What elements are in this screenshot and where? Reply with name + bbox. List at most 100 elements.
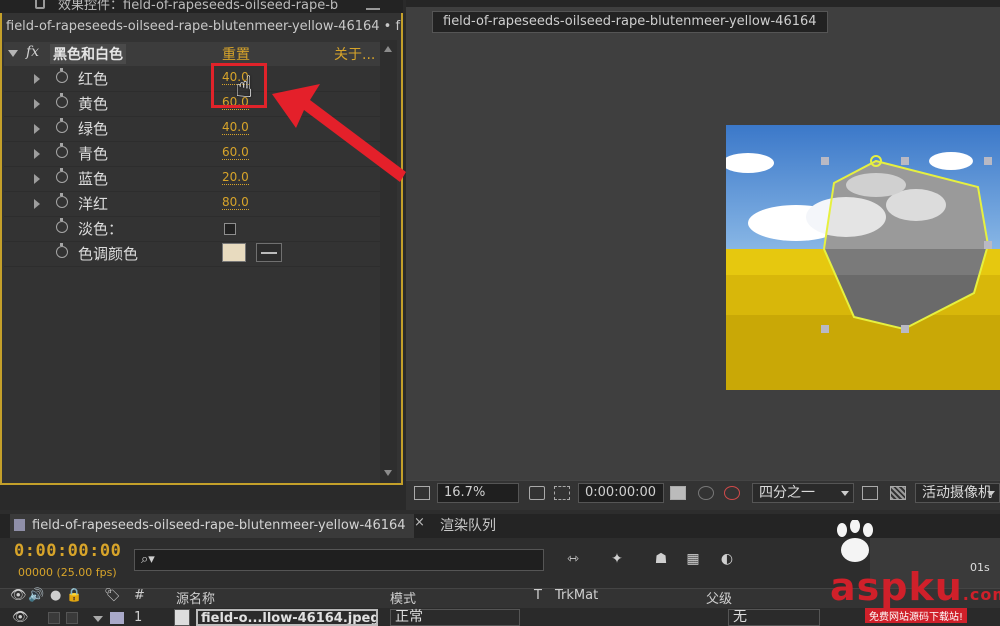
tint-color-swatch[interactable]	[222, 243, 246, 262]
composition-icon	[14, 519, 25, 531]
param-label: 绿色	[78, 120, 109, 138]
fx-icon[interactable]: fx	[26, 44, 39, 60]
stopwatch-icon[interactable]	[56, 118, 68, 133]
stopwatch-icon[interactable]	[56, 243, 68, 258]
audio-icon[interactable]: 🔊	[28, 588, 44, 603]
checkerboard-icon[interactable]	[890, 486, 906, 500]
param-value[interactable]: 60.0	[222, 145, 249, 160]
layer-mode-dropdown[interactable]: 正常	[390, 609, 520, 626]
motion-blur-icon[interactable]: ◐	[716, 551, 738, 569]
close-icon[interactable]: ×	[414, 515, 425, 530]
column-source-name[interactable]: 源名称	[176, 588, 215, 607]
stopwatch-icon[interactable]	[56, 193, 68, 208]
tint-checkbox[interactable]	[224, 223, 236, 235]
column-mode: 模式	[390, 592, 417, 607]
effect-name: 黑色和白色	[50, 44, 126, 64]
layer-parent-dropdown[interactable]: 无	[728, 609, 820, 626]
param-label: 青色	[78, 145, 109, 163]
column-trkmat: TrkMat	[555, 588, 599, 603]
search-icon[interactable]: ⌕▾	[141, 552, 155, 567]
color-channels-icon[interactable]	[724, 486, 740, 500]
panel-menu-icon[interactable]	[366, 0, 380, 10]
expand-triangle-icon[interactable]	[34, 149, 40, 159]
lock-icon[interactable]	[35, 0, 45, 9]
watermark-logo: aspku.com	[830, 565, 1000, 609]
param-row-tint: 淡色：	[4, 216, 380, 242]
scroll-down-icon[interactable]	[384, 470, 392, 476]
timeline-search-input[interactable]	[134, 549, 544, 571]
comp-tab[interactable]: field-of-rapeseeds-oilseed-rape-blutenme…	[432, 11, 828, 33]
param-value[interactable]: 80.0	[222, 195, 249, 210]
layer-expand-icon[interactable]	[93, 616, 103, 622]
layer-lock-switch[interactable]	[66, 612, 78, 624]
grid-guides-icon[interactable]	[529, 486, 545, 500]
layer-visibility-icon[interactable]: 👁	[12, 610, 29, 625]
viewer-tab-strip	[406, 0, 1000, 7]
layer-solo-switch[interactable]	[48, 612, 60, 624]
watermark-suffix: .com	[962, 585, 1000, 604]
eye-icon[interactable]: 👁	[10, 588, 27, 603]
transparency-grid-icon[interactable]	[554, 486, 570, 500]
effect-source-line: field-of-rapeseeds-oilseed-rape-blutenme…	[6, 19, 401, 34]
composition-image[interactable]	[726, 125, 1000, 390]
tab-render-queue[interactable]: 渲染队列	[440, 514, 496, 538]
hand-cursor-icon: ☝	[235, 70, 254, 105]
scroll-up-icon[interactable]	[384, 46, 392, 52]
layer-name[interactable]: field-o...llow-46164.jpeg	[196, 609, 378, 626]
camera-dropdown[interactable]: 活动摄像机	[915, 483, 1000, 503]
resolution-dropdown[interactable]: 四分之一	[752, 483, 854, 503]
region-of-interest-icon[interactable]	[862, 486, 878, 500]
param-row-tint-color: 色调颜色	[4, 241, 380, 267]
timeline-timecode[interactable]: 0:00:00:00	[14, 541, 121, 561]
zoom-field[interactable]: 16.7%	[437, 483, 519, 503]
eyedropper-icon[interactable]	[256, 243, 282, 262]
frame-rate-readout: 00000 (25.00 fps)	[18, 566, 117, 579]
expand-triangle-icon[interactable]	[34, 199, 40, 209]
watermark-text: aspku	[830, 565, 963, 609]
reset-link[interactable]: 重置	[222, 44, 250, 64]
expand-triangle-icon[interactable]	[34, 74, 40, 84]
paw-watermark-icon	[837, 520, 873, 562]
lock-column-icon[interactable]: 🔒	[66, 588, 82, 603]
red-arrow-annotation	[272, 84, 406, 182]
effect-controls-tabbar: 效果控件：field-of-rapeseeds-oilseed-rape-b	[0, 0, 403, 13]
effect-controls-tab[interactable]: 效果控件：field-of-rapeseeds-oilseed-rape-b	[58, 0, 338, 13]
stopwatch-icon[interactable]	[56, 68, 68, 83]
expand-triangle-icon[interactable]	[34, 174, 40, 184]
camera-snapshot-icon[interactable]	[670, 486, 686, 500]
column-t: T	[534, 588, 542, 603]
param-label: 色调颜色	[78, 245, 139, 263]
expand-triangle-icon[interactable]	[34, 124, 40, 134]
timeline-comp-tab[interactable]: field-of-rapeseeds-oilseed-rape-blutenme…	[10, 514, 414, 538]
solo-icon[interactable]: ●	[50, 588, 61, 603]
column-index: #	[134, 588, 145, 603]
param-label: 洋红	[78, 195, 109, 213]
column-parent: 父级	[706, 592, 733, 607]
layer-index: 1	[134, 610, 143, 625]
show-snapshot-icon[interactable]	[698, 486, 714, 500]
draft-3d-icon[interactable]: ✦	[606, 551, 628, 569]
param-value[interactable]: 40.0	[222, 120, 249, 135]
expand-triangle-icon[interactable]	[34, 99, 40, 109]
effect-header-black-white[interactable]: fx 黑色和白色 重置 关于...	[4, 42, 380, 66]
stopwatch-icon[interactable]	[56, 93, 68, 108]
stopwatch-icon[interactable]	[56, 168, 68, 183]
label-tag-icon[interactable]: 🏷	[104, 588, 121, 603]
composition-mini-flowchart-icon[interactable]: ⇿	[562, 551, 584, 569]
frame-blending-icon[interactable]: ▦	[682, 551, 704, 569]
current-time-field[interactable]: 0:00:00:00	[578, 483, 664, 503]
param-label: 蓝色	[78, 170, 109, 188]
layer-label-color[interactable]	[110, 612, 124, 624]
region-toggle-icon[interactable]	[414, 486, 430, 500]
resolution-label: 四分之一	[759, 485, 815, 501]
about-link[interactable]: 关于...	[334, 44, 375, 64]
stopwatch-icon[interactable]	[56, 143, 68, 158]
param-row-magenta: 洋红 80.0	[4, 191, 380, 217]
param-label: 淡色：	[78, 220, 124, 238]
stopwatch-icon[interactable]	[56, 218, 68, 233]
param-label: 黄色	[78, 95, 109, 113]
collapse-triangle-icon[interactable]	[8, 50, 18, 57]
watermark-subtitle: 免费网站源码下载站!	[865, 608, 968, 623]
hide-shy-layers-icon[interactable]: ☗	[650, 551, 672, 569]
param-value[interactable]: 20.0	[222, 170, 249, 185]
